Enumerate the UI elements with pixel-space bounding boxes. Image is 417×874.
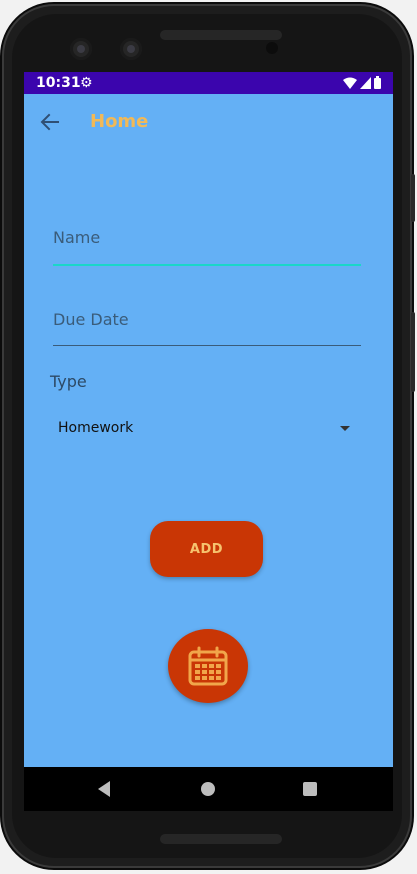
due-date-field-underline (53, 345, 361, 346)
app-screen: 10:31 ⚙ Home Name Due Date Type Homework… (24, 72, 393, 811)
earpiece-speaker (160, 30, 282, 40)
app-toolbar: Home (24, 94, 393, 150)
status-icons (343, 76, 381, 89)
type-dropdown-value: Homework (58, 420, 134, 436)
front-camera-2 (120, 38, 142, 60)
type-label: Type (50, 372, 87, 391)
name-field-underline (53, 264, 361, 266)
due-date-field[interactable]: Due Date (53, 310, 361, 346)
arrow-left-icon (40, 113, 59, 131)
dropdown-arrow-icon (340, 426, 350, 431)
back-button[interactable] (38, 110, 62, 134)
calendar-icon (188, 646, 228, 686)
battery-icon (374, 76, 381, 89)
name-field-placeholder: Name (53, 228, 101, 247)
home-circle-icon[interactable] (201, 782, 215, 796)
status-bar: 10:31 ⚙ (24, 72, 393, 94)
gear-icon: ⚙ (80, 75, 93, 91)
front-camera (70, 38, 92, 60)
add-button[interactable]: ADD (150, 521, 263, 577)
status-time: 10:31 (36, 75, 81, 91)
back-triangle-icon[interactable] (98, 781, 110, 797)
recents-square-icon[interactable] (303, 782, 317, 796)
proximity-sensor (266, 42, 278, 54)
system-nav-bar (24, 767, 393, 811)
signal-icon (360, 76, 371, 89)
calendar-fab-button[interactable] (168, 629, 248, 703)
bottom-speaker (160, 834, 282, 844)
due-date-field-placeholder: Due Date (53, 310, 129, 329)
volume-button (411, 312, 415, 392)
name-field[interactable]: Name (53, 228, 361, 266)
wifi-icon (343, 77, 357, 89)
power-button (411, 174, 415, 222)
type-dropdown[interactable]: Homework (50, 410, 360, 446)
page-title: Home (90, 111, 149, 132)
